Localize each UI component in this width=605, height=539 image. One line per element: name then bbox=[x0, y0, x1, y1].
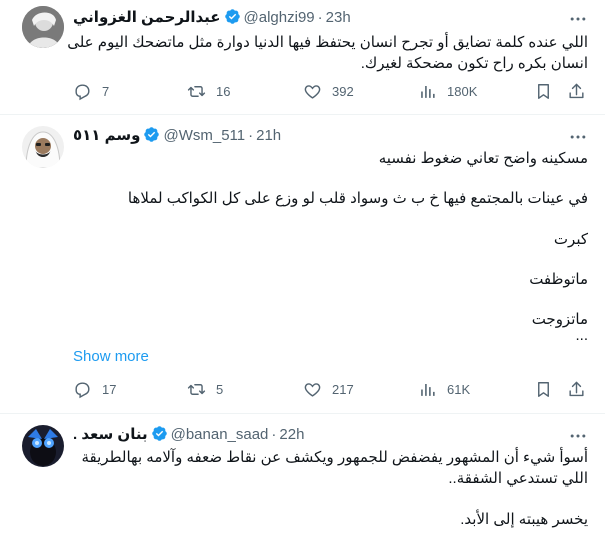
separator-dot: · bbox=[248, 127, 254, 144]
timestamp[interactable]: 23h bbox=[326, 9, 351, 26]
verified-badge-icon bbox=[143, 126, 160, 143]
tweet-2[interactable]: وسم ٥١١ @Wsm_511 · 21h مسكينه واضح تعاني ضغ… bbox=[0, 115, 605, 413]
views-icon bbox=[421, 85, 435, 98]
like-button[interactable]: 392 bbox=[303, 81, 354, 101]
repost-icon bbox=[187, 85, 206, 97]
share-button[interactable] bbox=[567, 81, 586, 101]
share-icon bbox=[569, 381, 584, 396]
heart-icon bbox=[304, 84, 321, 99]
bookmark-icon bbox=[538, 83, 549, 99]
user-handle[interactable]: @banan_saad bbox=[171, 426, 269, 443]
text-line: يخسر هيبته إلى الأبد. bbox=[460, 511, 588, 528]
text-line: كبرت bbox=[553, 231, 588, 248]
text-line: مسكينه واضح تعاني ضغوط نفسيه bbox=[378, 150, 588, 167]
tweet-header: . بنان سعد @banan_saad · 22h bbox=[73, 425, 304, 445]
bookmark-button[interactable] bbox=[534, 81, 553, 101]
reply-count: 17 bbox=[102, 381, 117, 397]
action-bar: 17 5 217 61K bbox=[73, 379, 593, 399]
tweet-header: عبدالرحمن الغزواني @alghzi99 · 23h bbox=[73, 8, 351, 28]
tweet-1[interactable]: عبدالرحمن الغزواني @alghzi99 · 23h اللي عند… bbox=[0, 0, 605, 113]
show-more-link[interactable]: Show more bbox=[73, 347, 149, 367]
tweet-text: مسكينه واضح تعاني ضغوط نفسيه في عينات با… bbox=[73, 148, 588, 344]
bookmark-button[interactable] bbox=[534, 379, 553, 399]
display-name[interactable]: وسم ٥١١ bbox=[73, 127, 140, 144]
share-icon bbox=[569, 83, 584, 98]
separator-dot: · bbox=[271, 426, 277, 443]
timestamp[interactable]: 22h bbox=[279, 426, 304, 443]
reply-icon bbox=[75, 381, 90, 398]
repost-count: 5 bbox=[216, 381, 224, 397]
avatar[interactable] bbox=[22, 6, 64, 48]
views-count: 180K bbox=[447, 83, 478, 99]
text-line: في عينات بالمجتمع فيها خ ب ث وسواد قلب ل… bbox=[127, 190, 588, 207]
more-icon[interactable] bbox=[568, 426, 588, 446]
tweet-text: اللي عنده كلمة تضايق أو تجرح انسان يحتفظ… bbox=[67, 32, 588, 74]
reply-count: 7 bbox=[102, 83, 110, 99]
like-count: 217 bbox=[332, 381, 354, 397]
text-line: اللي تستدعي الشفقة.. bbox=[448, 470, 588, 487]
share-button[interactable] bbox=[567, 379, 586, 399]
user-handle[interactable]: @alghzi99 bbox=[244, 9, 315, 26]
tweet-header: وسم ٥١١ @Wsm_511 · 21h bbox=[73, 126, 281, 146]
verified-badge-icon bbox=[224, 8, 241, 25]
tweet-text: أسوأ شيء أن المشهور يفضفض للجمهور ويكشف … bbox=[73, 447, 588, 530]
text-line: ... bbox=[575, 327, 588, 344]
display-name[interactable]: عبدالرحمن الغزواني bbox=[73, 9, 221, 26]
display-name[interactable]: . بنان سعد bbox=[73, 426, 148, 443]
views-button[interactable]: 180K bbox=[418, 81, 477, 101]
text-line: ماتوظفت bbox=[529, 271, 588, 288]
repost-button[interactable]: 5 bbox=[187, 379, 223, 399]
more-icon[interactable] bbox=[568, 9, 588, 29]
reply-icon bbox=[75, 83, 90, 100]
text-line: انسان بكره راح تكون مضحكة لغيرك. bbox=[360, 55, 588, 72]
views-button[interactable]: 61K bbox=[418, 379, 470, 399]
repost-button[interactable]: 16 bbox=[187, 81, 230, 101]
verified-badge-icon bbox=[151, 425, 168, 442]
avatar[interactable] bbox=[22, 425, 64, 467]
separator-dot: · bbox=[317, 9, 323, 26]
text-line: ماتزوجت bbox=[531, 311, 588, 328]
user-handle[interactable]: @Wsm_511 bbox=[163, 127, 245, 144]
avatar[interactable] bbox=[22, 126, 64, 168]
heart-icon bbox=[304, 382, 321, 397]
repost-icon bbox=[187, 383, 206, 395]
views-count: 61K bbox=[447, 381, 471, 397]
action-bar: 7 16 392 180K bbox=[73, 81, 593, 101]
views-icon bbox=[421, 383, 435, 396]
repost-count: 16 bbox=[216, 83, 231, 99]
tweet-3[interactable]: . بنان سعد @banan_saad · 22h أسوأ شيء أن ال… bbox=[0, 414, 605, 539]
more-icon[interactable] bbox=[568, 127, 588, 147]
text-line: اللي عنده كلمة تضايق أو تجرح انسان يحتفظ… bbox=[67, 34, 588, 51]
text-line: أسوأ شيء أن المشهور يفضفض للجمهور ويكشف … bbox=[81, 449, 588, 466]
like-button[interactable]: 217 bbox=[303, 379, 354, 399]
reply-button[interactable]: 17 bbox=[73, 379, 116, 399]
timestamp[interactable]: 21h bbox=[256, 127, 281, 144]
bookmark-icon bbox=[538, 381, 549, 397]
like-count: 392 bbox=[332, 83, 354, 99]
reply-button[interactable]: 7 bbox=[73, 81, 109, 101]
